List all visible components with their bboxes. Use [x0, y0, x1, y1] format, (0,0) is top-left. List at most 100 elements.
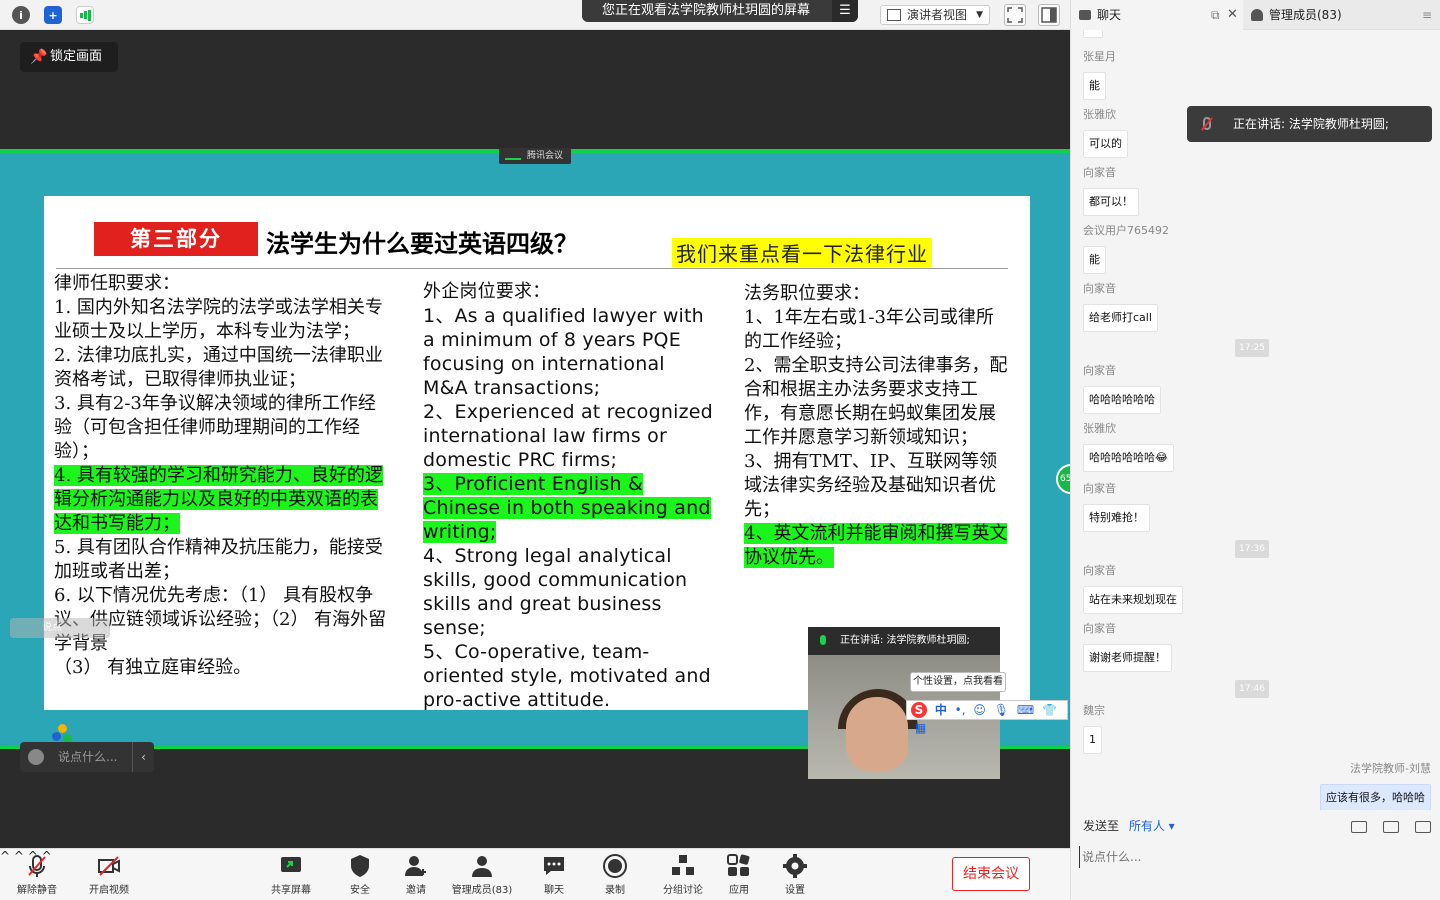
emoji-icon[interactable]: ☺: [973, 703, 986, 717]
sidebar-toggle-button[interactable]: [1038, 4, 1060, 26]
signal-icon[interactable]: [76, 6, 94, 24]
apps-icon: [727, 854, 750, 876]
list-item: 2、需全职支持公司法律事务，配合和根据主办法务要求支持工作，有意愿长期在蚂蚁集团…: [744, 355, 1008, 448]
members-icon: [1251, 9, 1263, 21]
panel-menu-icon[interactable]: ≡: [1422, 0, 1432, 30]
meeting-toolbar: 解除静音 ^ 开启视频 ^ 共享屏幕 ^ 安全 邀请 管理成员(83) 聊天 录…: [0, 848, 1070, 900]
chat-timestamp: 17:25: [1235, 339, 1269, 357]
fullscreen-icon: [1007, 7, 1023, 23]
settings-button[interactable]: 设置: [778, 853, 812, 899]
foreign-company-requirements-column: 外企岗位要求： 1、As a qualified lawyer with a m…: [423, 280, 713, 710]
chat-bubble[interactable]: 给老师打call: [1083, 304, 1158, 332]
chat-bubble[interactable]: 1: [1083, 726, 1102, 754]
invite-button[interactable]: 邀请: [400, 853, 432, 899]
slide-title: 法学生为什么要过英语四级？: [266, 230, 578, 258]
chat-icon: [1079, 10, 1091, 20]
breakout-button[interactable]: 分组讨论: [660, 853, 706, 899]
chat-bubble[interactable]: 能: [1083, 72, 1106, 100]
share-menu-icon[interactable]: ☰: [832, 0, 858, 22]
video-stage: 📌 锁定画面 腾讯会议 第三部分 法学生为什么要过英语四级？ 我们来重点看一下法…: [0, 30, 1086, 848]
floating-chat-input[interactable]: 说点什么... ‹: [20, 742, 154, 772]
chat-bubble[interactable]: 哈哈哈哈哈哈: [1083, 386, 1161, 414]
apps-button[interactable]: 应用: [722, 853, 756, 899]
screen-share-banner-text: 您正在观看法学院教师杜玥圆的屏幕: [602, 3, 811, 18]
security-button[interactable]: 安全: [344, 853, 376, 899]
mute-chat-icon[interactable]: [1351, 820, 1368, 833]
chat-message-list[interactable]: 张星月 能 张雅欣 可以的 向家音 都可以！ 会议用户765492 能 向家音 …: [1071, 30, 1440, 810]
chat-bubble[interactable]: 哈哈哈哈哈哈😂: [1083, 444, 1174, 472]
chat-sender: 向家音: [1083, 166, 1116, 179]
shield-icon[interactable]: +: [44, 6, 62, 24]
tab-members[interactable]: 管理成员(83): [1245, 0, 1415, 30]
chat-message: 会议用户765492 能: [1083, 224, 1169, 274]
chat-bubble[interactable]: 可以的: [1083, 130, 1128, 158]
chat-bubble[interactable]: 都可以！: [1083, 188, 1139, 216]
highlighted-text: 4、英文流利并能审阅和撰写英文协议优先。: [744, 523, 1008, 568]
chat-sender: 张雅欣: [1083, 108, 1116, 121]
slide-section-label: 第三部分: [94, 222, 258, 256]
record-button[interactable]: 录制: [598, 853, 632, 899]
chat-bubble[interactable]: 特别难抢！: [1083, 504, 1150, 532]
chat-sender: 向家音: [1083, 364, 1116, 377]
lock-screen-button[interactable]: 📌 锁定画面: [20, 42, 118, 72]
start-video-button[interactable]: 开启视频: [86, 853, 132, 899]
chat-settings-icon[interactable]: [1415, 820, 1431, 833]
record-icon: [603, 854, 627, 878]
unmute-button[interactable]: 解除静音: [14, 853, 60, 899]
list-item: 1、As a qualified lawyer with a minimum o…: [423, 305, 704, 399]
view-select-label: 演讲者视图: [907, 8, 968, 22]
ime-language-indicator[interactable]: 中: [935, 703, 947, 717]
lock-screen-label: 锁定画面: [50, 49, 103, 64]
chat-message: 向家音 给老师打call: [1083, 282, 1158, 332]
info-icon[interactable]: i: [12, 6, 30, 24]
emoji-icon[interactable]: [28, 749, 44, 765]
members-icon: [472, 856, 492, 877]
list-item-highlighted: 4. 具有较强的学习和研究能力、良好的逻辑分析沟通能力以及良好的中英双语的表达和…: [54, 464, 390, 536]
chat-sender: 向家音: [1083, 282, 1116, 295]
skin-icon[interactable]: 👕: [1042, 703, 1057, 717]
mic-icon[interactable]: 🎙: [994, 703, 1009, 717]
send-to-label: 发送至: [1083, 819, 1120, 833]
tab-chat[interactable]: 聊天 ⧉ ✕: [1071, 0, 1243, 30]
list-item: 1、1年左右或1-3年公司或律所的工作经验；: [744, 307, 994, 352]
list-item: 2、Experienced at recognized internationa…: [423, 401, 713, 471]
chat-button[interactable]: 聊天: [535, 853, 573, 899]
chat-sender: 张星月: [1083, 50, 1116, 63]
chevron-left-icon[interactable]: ‹: [132, 742, 154, 772]
punctuation-icon[interactable]: •,: [955, 703, 966, 717]
meeting-app-tag: 腾讯会议: [499, 148, 571, 164]
unmute-label: 解除静音: [17, 885, 57, 896]
settings-label: 设置: [785, 885, 805, 896]
chat-bubble[interactable]: 应该有很多，哈哈哈: [1320, 784, 1431, 810]
fullscreen-button[interactable]: [1004, 4, 1026, 26]
chat-label: 聊天: [544, 885, 564, 896]
grid-icon[interactable]: ▦: [915, 721, 926, 735]
chat-message: 张雅欣 可以的: [1083, 108, 1128, 158]
pop-out-icon[interactable]: ⧉: [1211, 0, 1220, 30]
ime-tooltip[interactable]: 个性设置，点我看看: [910, 672, 1006, 692]
chat-bubble[interactable]: 站在未来规划现在: [1083, 586, 1183, 614]
chat-bubble[interactable]: 能: [1083, 246, 1106, 274]
end-meeting-button[interactable]: 结束会议: [952, 857, 1030, 891]
send-to-value: 所有人: [1128, 819, 1165, 833]
keyboard-icon[interactable]: ⌨: [1017, 703, 1034, 717]
chat-bubble[interactable]: 谢谢老师提醒！: [1083, 644, 1172, 672]
view-select[interactable]: 演讲者视图 ▼: [880, 5, 990, 25]
audio-options-caret[interactable]: ^: [0, 849, 10, 863]
share-screen-button[interactable]: 共享屏幕: [268, 853, 314, 899]
screen-share-banner: 您正在观看法学院教师杜玥圆的屏幕 ☰: [582, 0, 858, 22]
add-user-icon: [405, 856, 426, 876]
chat-message: 张星月 能: [1083, 50, 1116, 100]
panel-tabs: 聊天 ⧉ ✕ 管理成员(83) ≡: [1071, 0, 1440, 30]
manage-members-button[interactable]: 管理成员(83): [448, 853, 516, 899]
close-icon[interactable]: ✕: [1227, 0, 1238, 30]
send-to-select[interactable]: 所有人 ▾: [1129, 819, 1175, 833]
list-item: 5. 具有团队合作精神及抗压能力，能接受加班或者出差；: [54, 537, 383, 582]
list-item: 3、拥有TMT、IP、互联网等领域法律实务经验及基础知识者优先；: [744, 451, 998, 520]
security-label: 安全: [350, 885, 370, 896]
mic-icon: [820, 635, 826, 645]
image-icon[interactable]: [1383, 820, 1400, 833]
chat-input[interactable]: [1079, 846, 1433, 868]
ime-toolbar[interactable]: S 中 •, ☺ 🎙 ⌨ 👕 ▦: [906, 700, 1068, 735]
chat-message: 向家音 谢谢老师提醒！: [1083, 622, 1172, 672]
